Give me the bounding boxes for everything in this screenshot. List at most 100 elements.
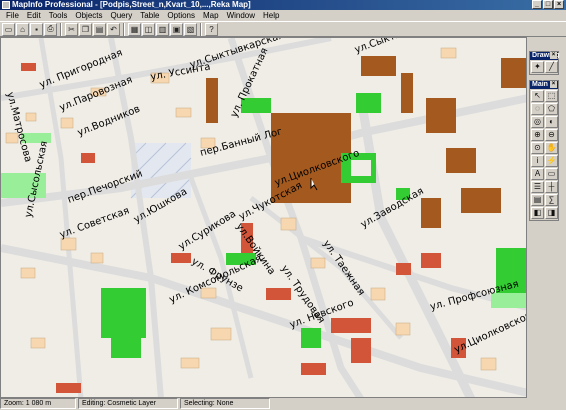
radius-select-icon[interactable]: ◌ <box>531 103 544 115</box>
new-icon[interactable]: ▭ <box>2 22 15 36</box>
mapinfo-app-icon[interactable] <box>2 1 10 9</box>
grabber-icon[interactable]: ✋ <box>545 142 558 154</box>
change-view-icon[interactable]: ⊙ <box>531 142 544 154</box>
main-palette-title[interactable]: Main × <box>530 81 558 89</box>
undo-icon[interactable]: ↶ <box>107 22 120 36</box>
legend-icon[interactable]: ▤ <box>531 194 544 206</box>
building <box>396 263 411 275</box>
building <box>171 253 191 263</box>
park-inner <box>351 160 371 176</box>
house <box>25 112 37 122</box>
menu-options[interactable]: Options <box>163 10 199 21</box>
building <box>331 318 371 333</box>
house <box>20 267 36 279</box>
title-bar: MapInfo Professional - [Podpis,Street_n,… <box>0 0 566 10</box>
house <box>180 357 200 369</box>
building <box>446 148 476 173</box>
clip-region-icon[interactable]: ◧ <box>531 207 544 219</box>
set-clip-icon[interactable]: ◨ <box>545 207 558 219</box>
building <box>501 58 526 88</box>
label-icon[interactable]: A <box>531 168 544 180</box>
menu-tools[interactable]: Tools <box>45 10 72 21</box>
house <box>395 322 411 336</box>
toolbar-separator <box>123 22 125 36</box>
symbol-style-icon[interactable]: ✦ <box>531 61 544 73</box>
redistrict-icon[interactable]: ▧ <box>184 22 197 36</box>
zoom-in-icon[interactable]: ⊕ <box>531 129 544 141</box>
polygon-select-icon[interactable]: ⬠ <box>545 103 558 115</box>
park <box>111 328 141 358</box>
menu-help[interactable]: Help <box>259 10 283 21</box>
save-icon[interactable]: ▪ <box>30 22 43 36</box>
status-selecting[interactable]: Selecting: None <box>180 398 270 409</box>
building <box>21 63 36 71</box>
invert-select-icon[interactable]: ◐ <box>545 116 558 128</box>
building <box>81 153 95 163</box>
house <box>370 287 386 301</box>
menu-table[interactable]: Table <box>136 10 163 21</box>
building <box>401 73 413 113</box>
new-graph-icon[interactable]: ▥ <box>156 22 169 36</box>
marquee-select-icon[interactable]: ⬚ <box>545 90 558 102</box>
building <box>266 288 291 300</box>
building <box>421 253 441 268</box>
select-icon[interactable]: ↖ <box>531 90 544 102</box>
map-window[interactable]: ул.Матросова ул. Пригородная ул.Паровозн… <box>0 37 527 398</box>
menu-objects[interactable]: Objects <box>71 10 106 21</box>
open-icon[interactable]: ⌂ <box>16 22 29 36</box>
cut-icon[interactable]: ✂ <box>65 22 78 36</box>
boundary-select-icon[interactable]: ◎ <box>531 116 544 128</box>
close-icon[interactable]: × <box>550 52 557 59</box>
drawing-tools: ✦ ╱ <box>530 60 558 74</box>
main-tools: ↖ ⬚ ◌ ⬠ ◎ ◐ ⊕ ⊖ ⊙ ✋ i ⚡ A ▭ ☰ ┼ ▤ ∑ ◧ ◨ <box>530 89 558 220</box>
status-zoom[interactable]: Zoom: 1 080 m <box>0 398 76 409</box>
maximize-button[interactable]: □ <box>543 0 553 9</box>
toolbar-separator <box>60 22 62 36</box>
status-editing[interactable]: Editing: Cosmetic Layer <box>78 398 178 409</box>
house <box>90 252 104 264</box>
status-bar: Zoom: 1 080 m Editing: Cosmetic Layer Se… <box>0 398 566 410</box>
new-mapper-icon[interactable]: ◫ <box>142 22 155 36</box>
layer-control-icon[interactable]: ☰ <box>531 181 544 193</box>
menu-edit[interactable]: Edit <box>23 10 45 21</box>
house <box>30 337 46 349</box>
menu-file[interactable]: File <box>2 10 23 21</box>
close-icon[interactable]: × <box>550 81 557 88</box>
standard-toolbar: ▭ ⌂ ▪ ⎙ ✂ ❐ ▤ ↶ ▦ ◫ ▥ ▣ ▧ ? <box>0 21 566 37</box>
drawing-palette: Drawing × ✦ ╱ <box>529 51 560 75</box>
house <box>210 327 232 341</box>
house <box>280 217 297 231</box>
menu-window[interactable]: Window <box>223 10 259 21</box>
minimize-button[interactable]: _ <box>532 0 542 9</box>
building <box>361 56 396 76</box>
new-browser-icon[interactable]: ▦ <box>128 22 141 36</box>
help-icon[interactable]: ? <box>205 22 218 36</box>
copy-icon[interactable]: ❐ <box>79 22 92 36</box>
line-style-icon[interactable]: ╱ <box>545 61 558 73</box>
house <box>60 117 74 129</box>
close-button[interactable]: × <box>554 0 564 9</box>
info-icon[interactable]: i <box>531 155 544 167</box>
paste-icon[interactable]: ▤ <box>93 22 106 36</box>
menu-query[interactable]: Query <box>107 10 137 21</box>
building <box>56 383 81 393</box>
building <box>421 198 441 228</box>
hot-link-icon[interactable]: ⚡ <box>545 155 558 167</box>
zoom-out-icon[interactable]: ⊖ <box>545 129 558 141</box>
main-palette: Main × ↖ ⬚ ◌ ⬠ ◎ ◐ ⊕ ⊖ ⊙ ✋ i ⚡ A ▭ ☰ ┼ ▤… <box>529 80 559 221</box>
toolbar-separator <box>200 22 202 36</box>
print-icon[interactable]: ⎙ <box>44 22 57 36</box>
map-canvas[interactable]: ул.Матросова ул. Пригородная ул.Паровозн… <box>1 38 527 398</box>
window-title: MapInfo Professional - [Podpis,Street_n,… <box>12 0 251 9</box>
building <box>206 78 218 123</box>
menu-map[interactable]: Map <box>199 10 223 21</box>
building <box>351 338 371 363</box>
statistics-icon[interactable]: ∑ <box>545 194 558 206</box>
house <box>175 107 192 118</box>
house <box>310 257 326 269</box>
drag-window-icon[interactable]: ▭ <box>545 168 558 180</box>
ruler-icon[interactable]: ┼ <box>545 181 558 193</box>
new-layout-icon[interactable]: ▣ <box>170 22 183 36</box>
drawing-palette-title[interactable]: Drawing × <box>530 52 560 60</box>
menu-bar: File Edit Tools Objects Query Table Opti… <box>0 10 566 21</box>
